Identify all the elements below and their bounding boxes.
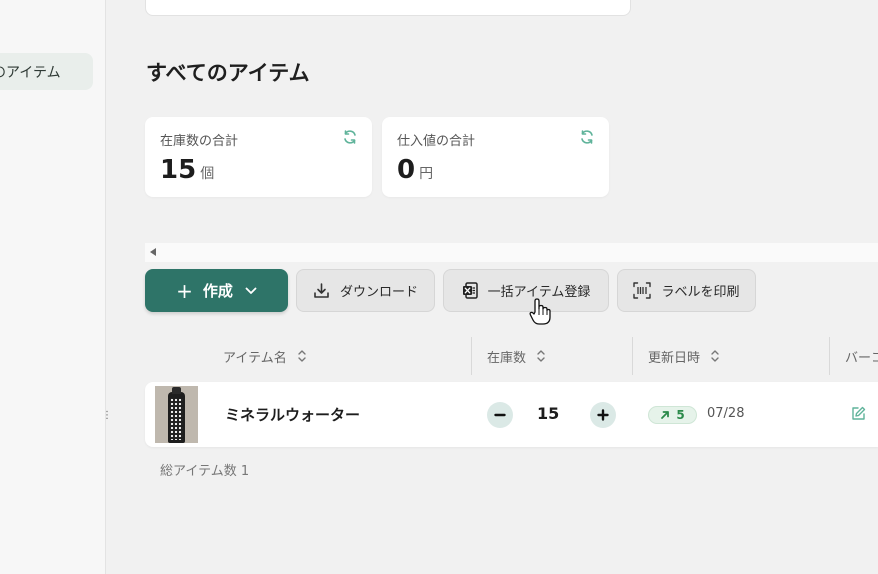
top-right-link[interactable] (773, 0, 878, 6)
create-button-label: 作成 (202, 282, 233, 300)
column-divider[interactable] (471, 337, 472, 375)
sort-icon[interactable] (710, 349, 720, 363)
print-label-button-label: ラベルを印刷 (661, 285, 740, 300)
arrow-up-right-icon (661, 411, 670, 419)
column-divider[interactable] (632, 337, 633, 375)
sidebar-item-all-items[interactable]: のアイテム (0, 53, 93, 90)
create-button[interactable]: + 作成 (145, 269, 288, 312)
card-label: 在庫数の合計 (160, 134, 239, 149)
download-icon (314, 283, 329, 298)
minus-icon (494, 413, 506, 417)
plus-icon (597, 409, 609, 421)
purchase-total-card: 仕入値の合計 0円 (382, 117, 609, 197)
sort-icon[interactable] (536, 349, 546, 363)
sort-icon[interactable] (297, 349, 307, 363)
sidebar: のアイテム (0, 0, 106, 574)
print-label-button[interactable]: ラベルを印刷 (617, 269, 756, 312)
bulk-register-button[interactable]: 一括アイテム登録 (443, 269, 609, 312)
decrement-button[interactable] (487, 402, 513, 428)
column-header-barcode[interactable]: バーコ (845, 337, 878, 375)
sidebar-item-label: のアイテム (0, 64, 61, 81)
card-value: 0円 (397, 155, 434, 185)
horizontal-scrollbar[interactable] (145, 243, 878, 262)
card-unit: 円 (419, 166, 434, 182)
resize-handle[interactable]: ⋮ (102, 411, 112, 421)
change-badge: 5 (648, 406, 697, 424)
download-button[interactable]: ダウンロード (296, 269, 435, 312)
column-header-item-name[interactable]: アイテム名 (223, 337, 307, 375)
plus-icon: + (176, 278, 193, 303)
refresh-icon[interactable] (342, 129, 358, 145)
card-label: 仕入値の合計 (397, 134, 476, 149)
item-name[interactable]: ミネラルウォーター (225, 404, 360, 425)
hand-cursor-icon (529, 298, 551, 325)
excel-icon (462, 282, 478, 299)
scroll-left-icon[interactable] (150, 248, 156, 256)
column-header-updated[interactable]: 更新日時 (648, 337, 720, 375)
total-items-count: 総アイテム数 1 (160, 464, 250, 479)
item-thumbnail (155, 386, 198, 443)
refresh-icon[interactable] (579, 129, 595, 145)
increment-button[interactable] (590, 402, 616, 428)
card-value: 15 個 (160, 155, 215, 185)
download-button-label: ダウンロード (339, 285, 418, 300)
card-unit: 個 (200, 166, 215, 182)
edit-icon[interactable] (851, 406, 866, 421)
table-row[interactable]: ミネラルウォーター 15 5 07/28 (145, 382, 878, 447)
updated-date: 07/28 (707, 406, 745, 421)
page-title: すべてのアイテム (146, 61, 310, 85)
column-header-stock[interactable]: 在庫数 (487, 337, 546, 375)
bottle-image (168, 387, 185, 443)
column-divider[interactable] (829, 337, 830, 375)
chevron-down-icon (245, 287, 257, 294)
stock-total-card: 在庫数の合計 15 個 (145, 117, 372, 197)
quantity-value[interactable]: 15 (537, 404, 559, 423)
search-input[interactable] (145, 0, 631, 16)
barcode-scan-icon (633, 282, 652, 299)
